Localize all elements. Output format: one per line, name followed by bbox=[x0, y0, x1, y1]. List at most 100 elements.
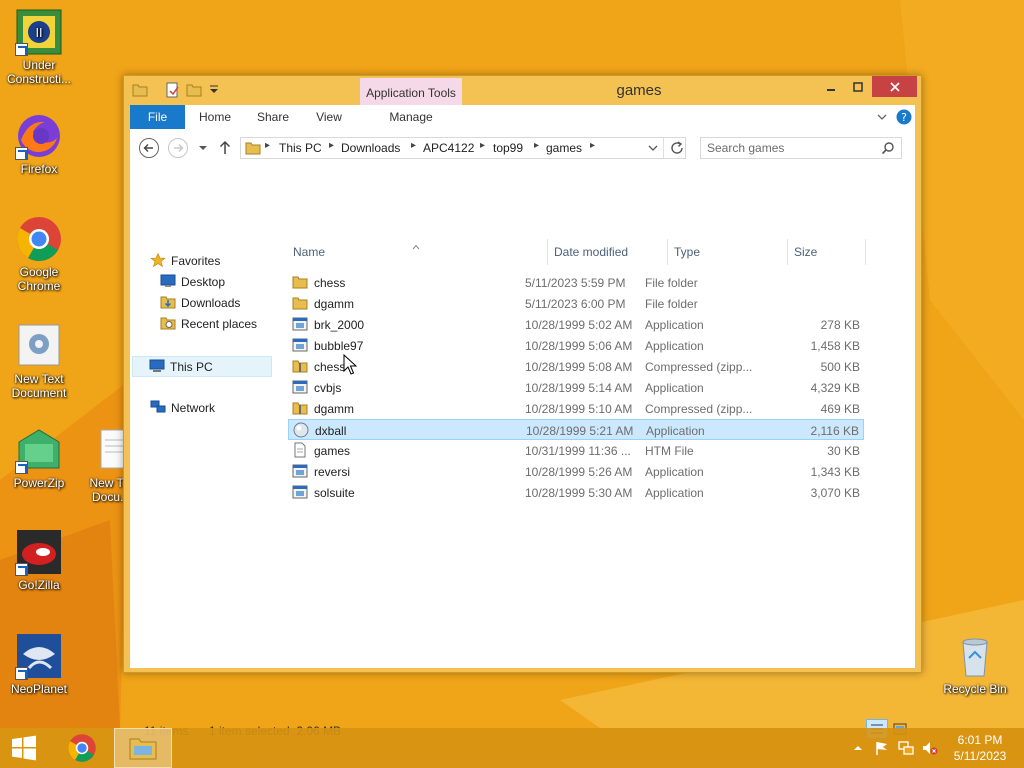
desktop-icon-new-text-document[interactable]: New Text Document bbox=[0, 322, 78, 400]
window-title: games bbox=[616, 82, 662, 99]
breadcrumb-separator-icon[interactable]: ▸ bbox=[265, 140, 270, 151]
chevron-down-icon bbox=[199, 146, 207, 150]
show-hidden-icons-chevron-icon[interactable] bbox=[850, 740, 866, 756]
file-date-modified: 10/28/1999 5:02 AM bbox=[525, 318, 633, 332]
tab-manage[interactable]: Manage bbox=[360, 105, 462, 129]
nav-label: Downloads bbox=[181, 296, 241, 310]
breadcrumb-separator-icon[interactable]: ▸ bbox=[411, 140, 416, 151]
file-size: 1,343 KB bbox=[810, 465, 860, 479]
clock-time[interactable]: 6:01 PM bbox=[940, 733, 1020, 747]
desktop-icon-chrome[interactable]: Google Chrome bbox=[0, 215, 78, 293]
desktop-icon-recycle-bin[interactable]: Recycle Bin bbox=[936, 632, 1014, 696]
expand-ribbon-chevron-icon[interactable] bbox=[876, 111, 888, 126]
column-header-date-modified[interactable]: Date modified bbox=[554, 245, 628, 259]
file-name: chess bbox=[314, 360, 346, 374]
up-button[interactable] bbox=[214, 137, 236, 159]
nav-network[interactable]: Network bbox=[150, 398, 215, 419]
file-explorer-icon bbox=[129, 738, 157, 760]
column-header-size[interactable]: Size bbox=[794, 245, 817, 259]
file-row[interactable]: dgamm 5/11/2023 6:00 PM File folder bbox=[288, 293, 864, 314]
file-row[interactable]: games 10/31/1999 11:36 ... HTM File 30 KB bbox=[288, 440, 864, 461]
file-row[interactable]: dxball 10/28/1999 5:21 AM Application 2,116… bbox=[288, 419, 864, 440]
nav-label: This PC bbox=[170, 360, 213, 374]
taskbar-chrome[interactable] bbox=[58, 728, 106, 768]
tab-home[interactable]: Home bbox=[192, 105, 238, 129]
file-name: brk_2000 bbox=[314, 318, 365, 332]
breadcrumb-apc4122[interactable]: APC4122 bbox=[423, 141, 474, 155]
network-tray-icon[interactable] bbox=[898, 740, 914, 756]
app-icon bbox=[292, 484, 308, 500]
start-button[interactable] bbox=[0, 728, 48, 768]
file-row[interactable]: chess 10/28/1999 5:08 AM Compressed (zipp.… bbox=[288, 356, 864, 377]
close-button[interactable] bbox=[872, 76, 917, 97]
search-icon[interactable] bbox=[881, 141, 895, 158]
file-name: games bbox=[314, 444, 351, 458]
breadcrumb-separator-icon[interactable]: ▸ bbox=[590, 140, 595, 151]
nav-desktop[interactable]: Desktop bbox=[160, 272, 225, 293]
address-history-chevron-icon[interactable] bbox=[647, 141, 659, 158]
desktop-icon-firefox[interactable]: Firefox bbox=[0, 112, 78, 176]
column-header-name[interactable]: Name bbox=[293, 245, 325, 259]
breadcrumb-top99[interactable]: top99 bbox=[493, 141, 523, 155]
file-date-modified: 10/28/1999 5:30 AM bbox=[525, 486, 633, 500]
file-row[interactable]: reversi 10/28/1999 5:26 AM Application 1,34… bbox=[288, 461, 864, 482]
breadcrumb-games[interactable]: games bbox=[546, 141, 582, 155]
column-header-type[interactable]: Type bbox=[674, 245, 700, 259]
file-size: 2,116 KB bbox=[810, 424, 859, 438]
properties-icon[interactable] bbox=[164, 82, 180, 98]
minimize-button[interactable] bbox=[817, 76, 844, 97]
nav-favorites[interactable]: Favorites bbox=[150, 251, 220, 272]
desktop-icon-label: Under Constructi... bbox=[6, 58, 72, 86]
desktop-icon-under-construction[interactable]: II Under Constructi... bbox=[0, 8, 78, 86]
tab-file[interactable]: File bbox=[130, 105, 185, 129]
svg-text:II: II bbox=[35, 26, 42, 40]
maximize-button[interactable] bbox=[844, 76, 871, 97]
maximize-icon bbox=[852, 81, 863, 92]
address-bar[interactable]: ▸ This PC ▸ Downloads ▸ APC4122 ▸ top99 … bbox=[240, 137, 686, 159]
desktop-icon-gozilla[interactable]: Go!Zilla bbox=[0, 528, 78, 592]
volume-muted-icon[interactable] bbox=[922, 740, 938, 756]
explorer-window[interactable]: Application Tools games File Home Share … bbox=[123, 75, 922, 739]
back-button[interactable] bbox=[138, 137, 160, 159]
action-center-flag-icon[interactable] bbox=[874, 740, 890, 756]
file-row[interactable]: bubble97 10/28/1999 5:06 AM Application 1,4… bbox=[288, 335, 864, 356]
file-size: 500 KB bbox=[820, 360, 860, 374]
app-icon bbox=[292, 463, 308, 479]
folder-icon bbox=[292, 274, 308, 290]
breadcrumb-separator-icon[interactable]: ▸ bbox=[329, 140, 334, 151]
breadcrumb-downloads[interactable]: Downloads bbox=[341, 141, 400, 155]
help-icon[interactable]: ? bbox=[896, 109, 912, 128]
nav-this-pc[interactable]: This PC bbox=[132, 356, 272, 377]
file-row[interactable]: solsuite 10/28/1999 5:30 AM Application 3,0… bbox=[288, 482, 864, 503]
desktop-icon-powerzip[interactable]: PowerZip bbox=[0, 426, 78, 490]
star-icon bbox=[150, 253, 166, 267]
nav-recent-places[interactable]: Recent places bbox=[160, 314, 257, 335]
downloads-folder-icon bbox=[160, 295, 176, 309]
desktop-icon-label: PowerZip bbox=[13, 476, 65, 490]
clock-date[interactable]: 5/11/2023 bbox=[940, 749, 1020, 763]
file-type: File folder bbox=[645, 276, 698, 290]
recent-locations-button[interactable] bbox=[192, 137, 214, 159]
file-row[interactable]: dgamm 10/28/1999 5:10 AM Compressed (zipp.… bbox=[288, 398, 864, 419]
forward-button[interactable] bbox=[167, 137, 189, 159]
breadcrumb-separator-icon[interactable]: ▸ bbox=[480, 140, 485, 151]
file-row[interactable]: brk_2000 10/28/1999 5:02 AM Application 278… bbox=[288, 314, 864, 335]
breadcrumb-this-pc[interactable]: This PC bbox=[279, 141, 322, 155]
file-size: 30 KB bbox=[827, 444, 860, 458]
new-folder-icon[interactable] bbox=[186, 82, 202, 98]
refresh-icon[interactable] bbox=[669, 140, 685, 159]
tab-share[interactable]: Share bbox=[250, 105, 296, 129]
tab-view[interactable]: View bbox=[306, 105, 352, 129]
nav-downloads[interactable]: Downloads bbox=[160, 293, 240, 314]
taskbar-file-explorer[interactable] bbox=[114, 728, 172, 768]
file-row[interactable]: cvbjs 10/28/1999 5:14 AM Application 4,329 … bbox=[288, 377, 864, 398]
app-icon bbox=[292, 379, 308, 395]
title-bar[interactable]: Application Tools games bbox=[124, 76, 921, 130]
breadcrumb-separator-icon[interactable]: ▸ bbox=[534, 140, 539, 151]
search-box[interactable] bbox=[700, 137, 902, 159]
customize-qat-chevron-icon[interactable] bbox=[206, 82, 222, 98]
file-row[interactable]: chess 5/11/2023 5:59 PM File folder bbox=[288, 272, 864, 293]
context-tab-label: Application Tools bbox=[366, 86, 456, 100]
desktop-icon-neoplanet[interactable]: NeoPlanet bbox=[0, 632, 78, 696]
search-input[interactable] bbox=[707, 140, 877, 156]
